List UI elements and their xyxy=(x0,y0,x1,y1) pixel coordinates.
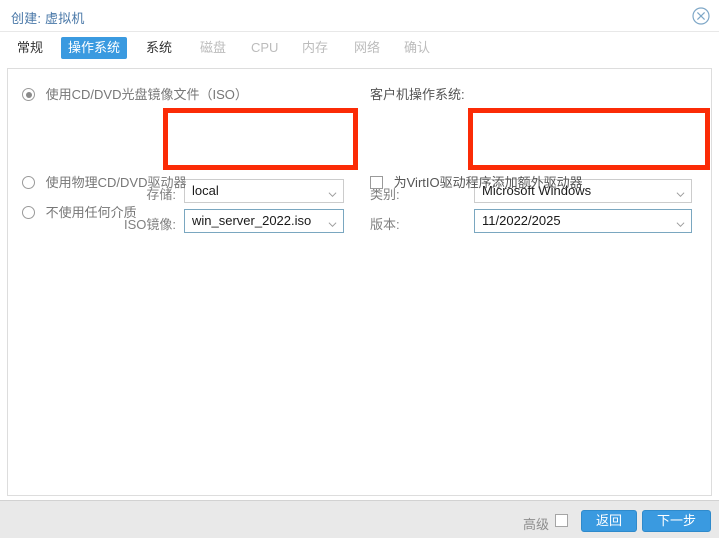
tab-memory[interactable]: 内存 xyxy=(295,37,335,59)
checkbox-virtio-drivers[interactable]: 为VirtIO驱动程序添加额外驱动器 xyxy=(370,172,583,191)
tab-os[interactable]: 操作系统 xyxy=(61,37,128,59)
select-storage-value: local xyxy=(192,183,219,198)
tab-disks[interactable]: 磁盘 xyxy=(193,37,233,59)
select-iso-image[interactable]: win_server_2022.iso xyxy=(184,209,344,233)
select-storage[interactable]: local xyxy=(184,179,344,203)
checkbox-label-virtio-drivers: 为VirtIO驱动程序添加额外驱动器 xyxy=(393,175,583,190)
tab-cpu[interactable]: CPU xyxy=(244,37,285,59)
next-button[interactable]: 下一步 xyxy=(641,510,711,532)
dialog-title: 创建: 虚拟机 xyxy=(11,11,85,26)
select-os-version[interactable]: 11/2022/2025 xyxy=(474,209,692,233)
close-icon[interactable] xyxy=(691,6,711,26)
radio-icon-unselected xyxy=(22,176,35,189)
create-vm-dialog: 创建: 虚拟机 常规 操作系统 系统 磁盘 CPU 内存 网络 确认 使用CD/… xyxy=(0,0,719,538)
tab-network[interactable]: 网络 xyxy=(347,37,387,59)
radio-use-physical-drive[interactable]: 使用物理CD/DVD驱动器 xyxy=(22,172,186,191)
radio-icon-unselected xyxy=(22,206,35,219)
label-os-version: 版本: xyxy=(370,217,400,232)
select-os-version-value: 11/2022/2025 xyxy=(482,213,561,228)
chevron-down-icon xyxy=(676,187,685,198)
wizard-tabbar: 常规 操作系统 系统 磁盘 CPU 内存 网络 确认 xyxy=(0,33,719,63)
select-iso-image-value: win_server_2022.iso xyxy=(192,213,312,228)
checkbox-icon-unchecked xyxy=(370,176,383,189)
back-button[interactable]: 返回 xyxy=(580,510,637,532)
radio-label-use-iso-file: 使用CD/DVD光盘镜像文件（ISO） xyxy=(45,87,248,102)
chevron-down-icon xyxy=(328,187,337,198)
dialog-titlebar: 创建: 虚拟机 xyxy=(0,0,719,32)
tab-general[interactable]: 常规 xyxy=(10,37,50,59)
chevron-down-icon xyxy=(676,217,685,228)
guest-os-section-label: 客户机操作系统: xyxy=(370,87,465,102)
advanced-checkbox[interactable] xyxy=(555,514,568,527)
radio-label-use-physical-drive: 使用物理CD/DVD驱动器 xyxy=(45,175,187,190)
radio-use-iso-file[interactable]: 使用CD/DVD光盘镜像文件（ISO） xyxy=(22,84,248,103)
radio-icon-selected xyxy=(22,88,35,101)
tab-system[interactable]: 系统 xyxy=(139,37,179,59)
radio-no-media[interactable]: 不使用任何介质 xyxy=(22,202,137,221)
chevron-down-icon xyxy=(328,217,337,228)
dialog-footer: 高级 返回 下一步 xyxy=(0,500,719,538)
tab-confirm[interactable]: 确认 xyxy=(397,37,437,59)
wizard-content-panel: 使用CD/DVD光盘镜像文件（ISO） 存储: local ISO镜像: win… xyxy=(7,68,712,496)
radio-label-no-media: 不使用任何介质 xyxy=(45,205,137,220)
advanced-label: 高级 xyxy=(522,517,549,532)
